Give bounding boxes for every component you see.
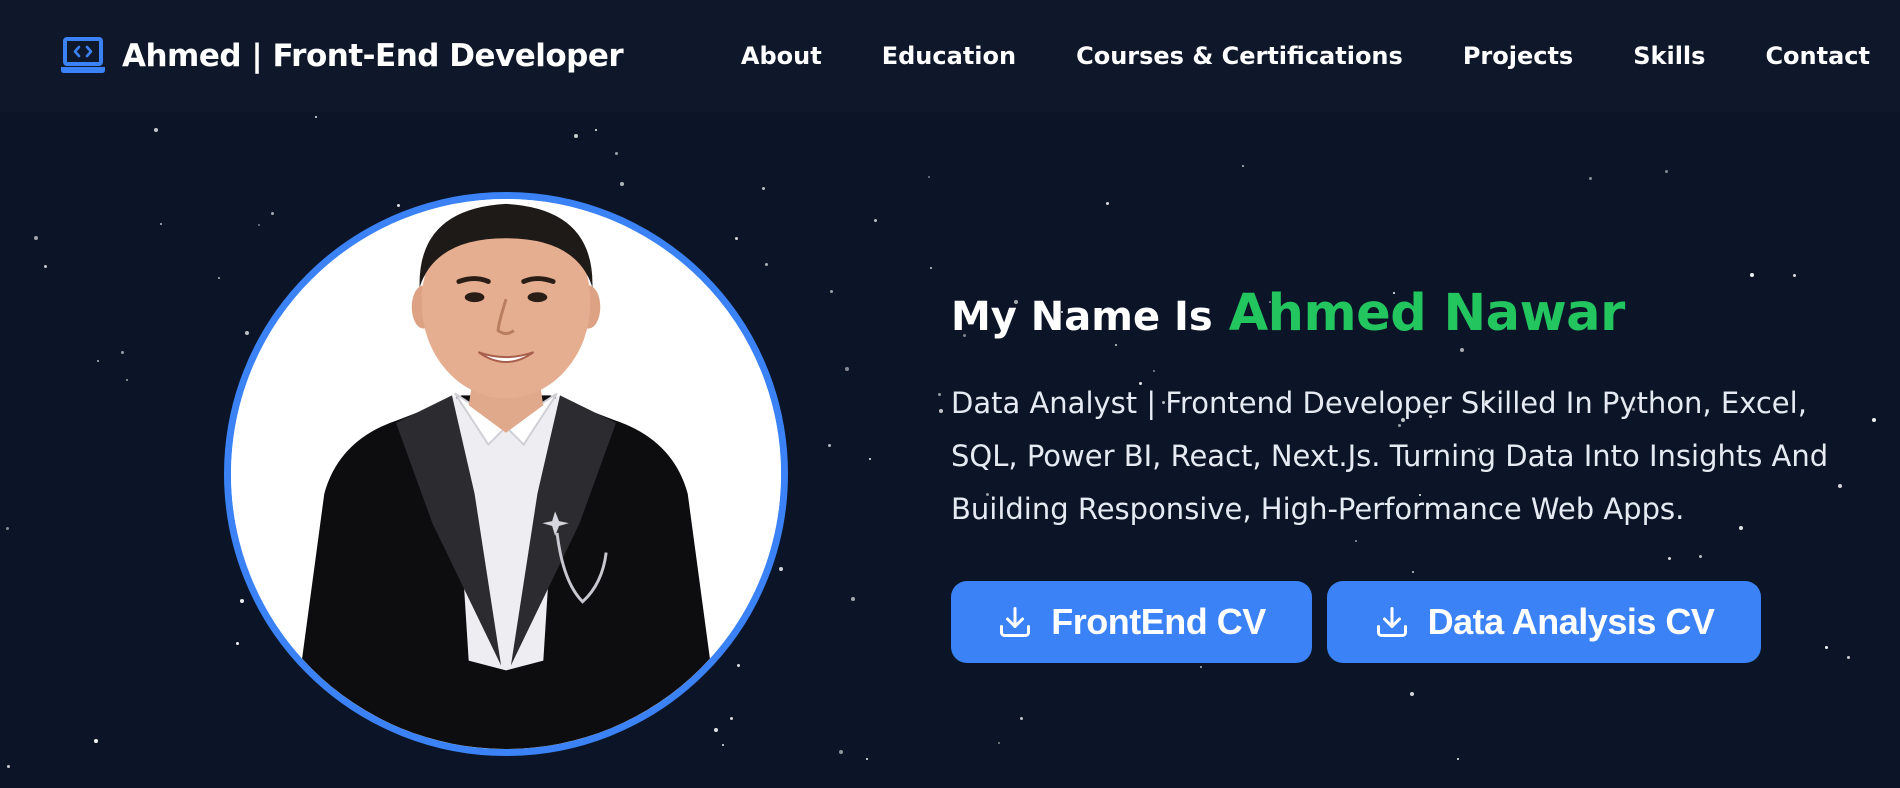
star	[620, 182, 624, 186]
star	[722, 744, 724, 746]
star	[154, 128, 158, 132]
star	[938, 393, 941, 396]
nav-projects[interactable]: Projects	[1463, 42, 1573, 70]
star	[218, 277, 220, 279]
star	[851, 597, 855, 601]
hero-bio: Data Analyst | Frontend Developer Skille…	[951, 386, 1829, 526]
star	[765, 263, 768, 266]
cv-buttons: FrontEnd CV Data Analysis CV	[951, 581, 1851, 663]
greeting-prefix: My Name Is	[951, 294, 1213, 340]
star	[737, 664, 740, 667]
star	[930, 267, 932, 269]
greeting-heading: My Name Is Ahmed Nawar	[951, 284, 1851, 343]
star	[271, 212, 274, 215]
star	[397, 204, 400, 207]
hero-text: My Name Is Ahmed Nawar Data Analyst | Fr…	[951, 284, 1851, 663]
star	[1242, 165, 1244, 167]
data-analysis-cv-button[interactable]: Data Analysis CV	[1327, 581, 1761, 663]
star	[828, 444, 831, 447]
download-icon	[1374, 604, 1410, 640]
star	[160, 223, 162, 225]
brand[interactable]: Ahmed | Front-End Developer	[60, 36, 624, 76]
data-analysis-cv-label: Data Analysis CV	[1427, 601, 1715, 642]
star	[928, 176, 930, 178]
star	[1750, 273, 1754, 277]
nav-courses-certifications[interactable]: Courses & Certifications	[1076, 42, 1403, 70]
star	[236, 642, 239, 645]
star	[1200, 666, 1202, 668]
star	[762, 187, 765, 190]
star	[44, 265, 47, 268]
star	[245, 331, 249, 335]
star	[1872, 418, 1876, 422]
nav-contact[interactable]: Contact	[1765, 42, 1870, 70]
star	[1589, 177, 1592, 180]
star	[830, 290, 833, 293]
star	[1106, 202, 1109, 205]
star	[779, 567, 783, 571]
profile-photo	[224, 192, 788, 756]
star	[258, 224, 260, 226]
nav-skills[interactable]: Skills	[1633, 42, 1705, 70]
star	[939, 409, 943, 413]
star	[121, 351, 124, 354]
hero-name: Ahmed Nawar	[1228, 284, 1626, 343]
laptop-code-icon	[60, 36, 106, 76]
navbar: Ahmed | Front-End Developer About Educat…	[0, 0, 1900, 112]
star	[6, 527, 9, 530]
star	[574, 134, 578, 138]
star	[1410, 692, 1414, 696]
star	[1665, 170, 1668, 173]
star	[874, 219, 877, 222]
star	[869, 458, 871, 460]
download-icon	[997, 604, 1033, 640]
star	[866, 758, 868, 760]
star	[845, 367, 849, 371]
star	[240, 599, 244, 603]
star	[7, 765, 10, 768]
star	[1020, 717, 1023, 720]
star	[315, 116, 317, 118]
star	[1457, 758, 1459, 760]
nav-links: About Education Courses & Certifications…	[741, 42, 1870, 70]
star	[1793, 274, 1796, 277]
star	[730, 717, 733, 720]
star	[735, 237, 738, 240]
star	[595, 129, 597, 131]
frontend-cv-label: FrontEnd CV	[1051, 601, 1266, 642]
profile-photo-illustration	[231, 199, 781, 749]
star	[615, 152, 618, 155]
star	[998, 742, 1000, 744]
nav-education[interactable]: Education	[882, 42, 1016, 70]
star	[839, 750, 843, 754]
star	[126, 379, 128, 381]
frontend-cv-button[interactable]: FrontEnd CV	[951, 581, 1312, 663]
brand-name: Ahmed | Front-End Developer	[122, 38, 624, 74]
star	[714, 728, 718, 732]
nav-about[interactable]: About	[741, 42, 822, 70]
star	[94, 739, 98, 743]
star	[97, 360, 99, 362]
star	[34, 236, 38, 240]
